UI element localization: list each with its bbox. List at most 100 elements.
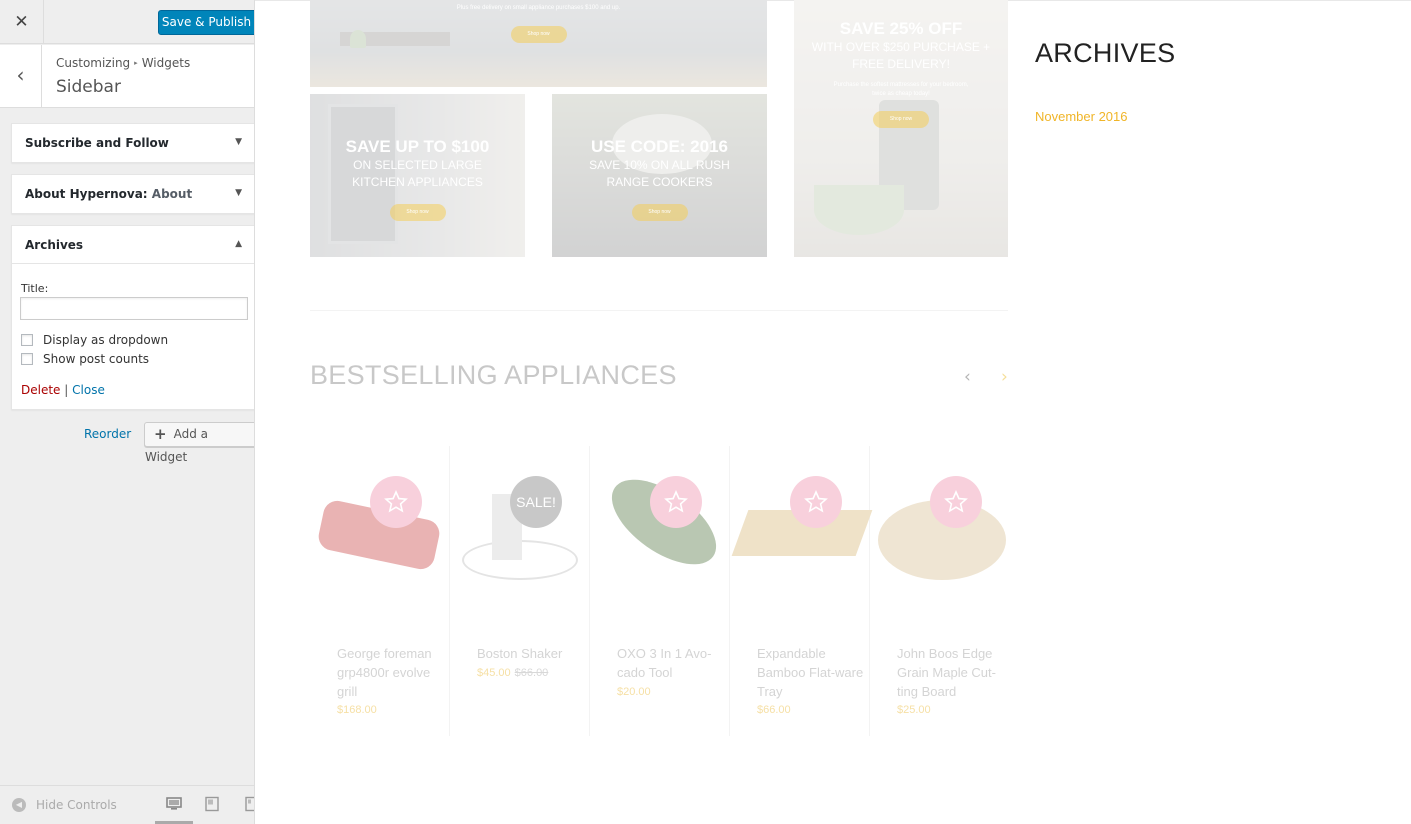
banner-shop-button[interactable]: Shop now xyxy=(631,204,688,221)
collapse-arrow-icon[interactable]: ▲ xyxy=(235,239,242,249)
widget-header[interactable]: About Hypernova: About ▼ xyxy=(12,175,254,213)
star-icon xyxy=(804,490,828,513)
section-title: Sidebar xyxy=(56,77,121,97)
product-card[interactable]: Expandable Bamboo Flat-ware Tray $66.00 xyxy=(730,446,873,736)
banner-shop-button[interactable]: Shop now xyxy=(389,204,446,221)
product-price: $20.00 xyxy=(617,686,651,698)
banner-subheadline: SAVE 10% ON ALL RUSH RANGE COOKERS xyxy=(589,158,730,189)
show-post-counts-row[interactable]: Show post counts xyxy=(21,352,149,366)
close-link[interactable]: Close xyxy=(72,383,105,397)
promo-banner-blender[interactable]: SAVE 25% OFF WITH OVER $250 PURCHASE + F… xyxy=(794,0,1008,257)
archives-widget-title: ARCHIVES xyxy=(1035,38,1176,68)
widget-header[interactable]: Subscribe and Follow ▼ xyxy=(12,124,254,162)
sale-badge: SALE! xyxy=(510,476,562,528)
widget-title: Archives xyxy=(25,238,84,252)
product-card[interactable]: John Boos Edge Grain Maple Cut-ting Boar… xyxy=(870,446,1010,736)
plus-icon: + xyxy=(154,425,167,443)
title-input[interactable] xyxy=(20,297,248,320)
expand-arrow-icon[interactable]: ▼ xyxy=(235,188,242,198)
widget-name: About Hypernova xyxy=(25,187,143,201)
wishlist-star-button[interactable] xyxy=(370,476,422,528)
show-post-counts-label: Show post counts xyxy=(43,352,150,366)
breadcrumb-current: Widgets xyxy=(141,56,191,70)
breadcrumb-root: Customizing xyxy=(56,56,131,70)
widget-title: Subscribe and Follow xyxy=(25,136,169,150)
section-header: ‹ Customizing ▸ Widgets Sidebar xyxy=(0,45,254,108)
display-dropdown-checkbox[interactable] xyxy=(21,334,33,346)
product-price: $168.00 xyxy=(337,704,377,716)
customizer-window: ✕ Save & Publish ‹ Customizing ▸ Widgets S… xyxy=(0,0,1411,824)
product-card[interactable]: OXO 3 In 1 Avo-cado Tool $20.00 xyxy=(590,446,731,736)
widget-about-hypernova[interactable]: About Hypernova: About ▼ xyxy=(11,174,254,214)
carousel-next-icon[interactable]: › xyxy=(1001,367,1008,387)
banner-overlay xyxy=(310,0,767,87)
product-name[interactable]: Expandable Bamboo Flat-ware Tray xyxy=(757,644,869,701)
tablet-icon[interactable] xyxy=(204,796,224,814)
promo-banner-cookers[interactable]: USE CODE: 2016 SAVE 10% ON ALL RUSH RANG… xyxy=(552,94,767,257)
widget-title-separator: : xyxy=(142,187,148,201)
widget-actions: Delete | Close xyxy=(21,383,105,397)
banner-subheadline: ON SELECTED LARGE KITCHEN APPLIANCES xyxy=(352,158,483,189)
site-preview: Plus free delivery on small appliance pu… xyxy=(255,0,1411,824)
product-card[interactable]: SALE! Boston Shaker $45.00 $66.00 xyxy=(450,446,590,736)
breadcrumb-separator-icon: ▸ xyxy=(134,59,138,67)
show-post-counts-checkbox[interactable] xyxy=(21,353,33,365)
reorder-link[interactable]: Reorder xyxy=(84,427,131,441)
widget-form: Title: Display as dropdown Show post cou… xyxy=(12,264,254,409)
collapse-arrow-icon: ◀ xyxy=(12,798,26,812)
action-separator: | xyxy=(64,383,69,397)
mobile-icon[interactable] xyxy=(242,796,254,814)
expand-arrow-icon[interactable]: ▼ xyxy=(235,137,242,147)
product-card[interactable]: George foreman grp4800r evolve grill $16… xyxy=(310,446,450,736)
back-button[interactable]: ‹ xyxy=(0,45,42,108)
add-widget-button[interactable]: + Add a Widget xyxy=(144,422,254,464)
banner-headline: SAVE UP TO $100 xyxy=(345,137,490,156)
display-dropdown-row[interactable]: Display as dropdown xyxy=(21,333,168,347)
star-icon xyxy=(944,490,968,513)
hide-controls-label: Hide Controls xyxy=(36,798,117,812)
product-price: $25.00 xyxy=(897,704,931,716)
banner-small-text: Plus free delivery on small appliance pu… xyxy=(456,5,621,11)
banner-shop-button[interactable]: Shop now xyxy=(510,26,567,43)
breadcrumb: Customizing ▸ Widgets xyxy=(56,56,190,70)
bestselling-title: BESTSELLING APPLIANCES xyxy=(310,360,677,390)
widget-archives[interactable]: Archives ▲ Title: Display as dropdown Sh… xyxy=(11,225,254,410)
wishlist-star-button[interactable] xyxy=(930,476,982,528)
widget-header[interactable]: Archives ▲ xyxy=(12,226,254,264)
customizer-header: ✕ Save & Publish xyxy=(0,0,254,44)
desktop-icon[interactable] xyxy=(166,796,186,814)
banner-small-text: Purchase the softest mattresses for your… xyxy=(833,82,969,97)
archive-month-link[interactable]: November 2016 xyxy=(1035,109,1128,124)
banner-headline: SAVE 25% OFF xyxy=(839,19,963,38)
star-icon xyxy=(664,490,688,513)
product-old-price: $66.00 xyxy=(514,667,549,679)
banner-subheadline: WITH OVER $250 PURCHASE + FREE DELIVERY! xyxy=(811,40,991,71)
product-name[interactable]: George foreman grp4800r evolve grill xyxy=(337,644,449,701)
close-customizer-button[interactable]: ✕ xyxy=(0,0,44,44)
section-divider xyxy=(310,310,1008,311)
widget-title: About Hypernova: About xyxy=(25,187,192,201)
title-label: Title: xyxy=(21,282,49,295)
product-price: $66.00 xyxy=(757,704,791,716)
widget-subscribe-and-follow[interactable]: Subscribe and Follow ▼ xyxy=(11,123,254,163)
wishlist-star-button[interactable] xyxy=(790,476,842,528)
product-name[interactable]: Boston Shaker xyxy=(477,644,589,663)
wishlist-star-button[interactable] xyxy=(650,476,702,528)
display-dropdown-label: Display as dropdown xyxy=(43,333,169,347)
delete-link[interactable]: Delete xyxy=(21,383,60,397)
promo-banner-appliances[interactable]: SAVE UP TO $100 ON SELECTED LARGE KITCHE… xyxy=(310,94,525,257)
star-icon xyxy=(384,490,408,513)
customizer-sidebar: ✕ Save & Publish ‹ Customizing ▸ Widgets S… xyxy=(0,0,255,824)
banner-headline: USE CODE: 2016 xyxy=(591,137,728,156)
hide-controls-button[interactable]: ◀ Hide Controls xyxy=(12,798,117,812)
carousel-prev-icon[interactable]: ‹ xyxy=(964,367,971,387)
promo-banner-top[interactable]: Plus free delivery on small appliance pu… xyxy=(310,0,767,87)
customizer-footer: ◀ Hide Controls xyxy=(0,785,254,824)
product-price: $45.00 $66.00 xyxy=(477,667,548,679)
product-name[interactable]: John Boos Edge Grain Maple Cut-ting Boar… xyxy=(897,644,1009,701)
banner-shop-button[interactable]: Shop now xyxy=(873,111,929,128)
save-publish-button[interactable]: Save & Publish xyxy=(158,10,254,35)
product-name[interactable]: OXO 3 In 1 Avo-cado Tool xyxy=(617,644,729,682)
widget-instance-title: About xyxy=(151,187,193,201)
product-sale-price: $45.00 xyxy=(477,667,511,679)
